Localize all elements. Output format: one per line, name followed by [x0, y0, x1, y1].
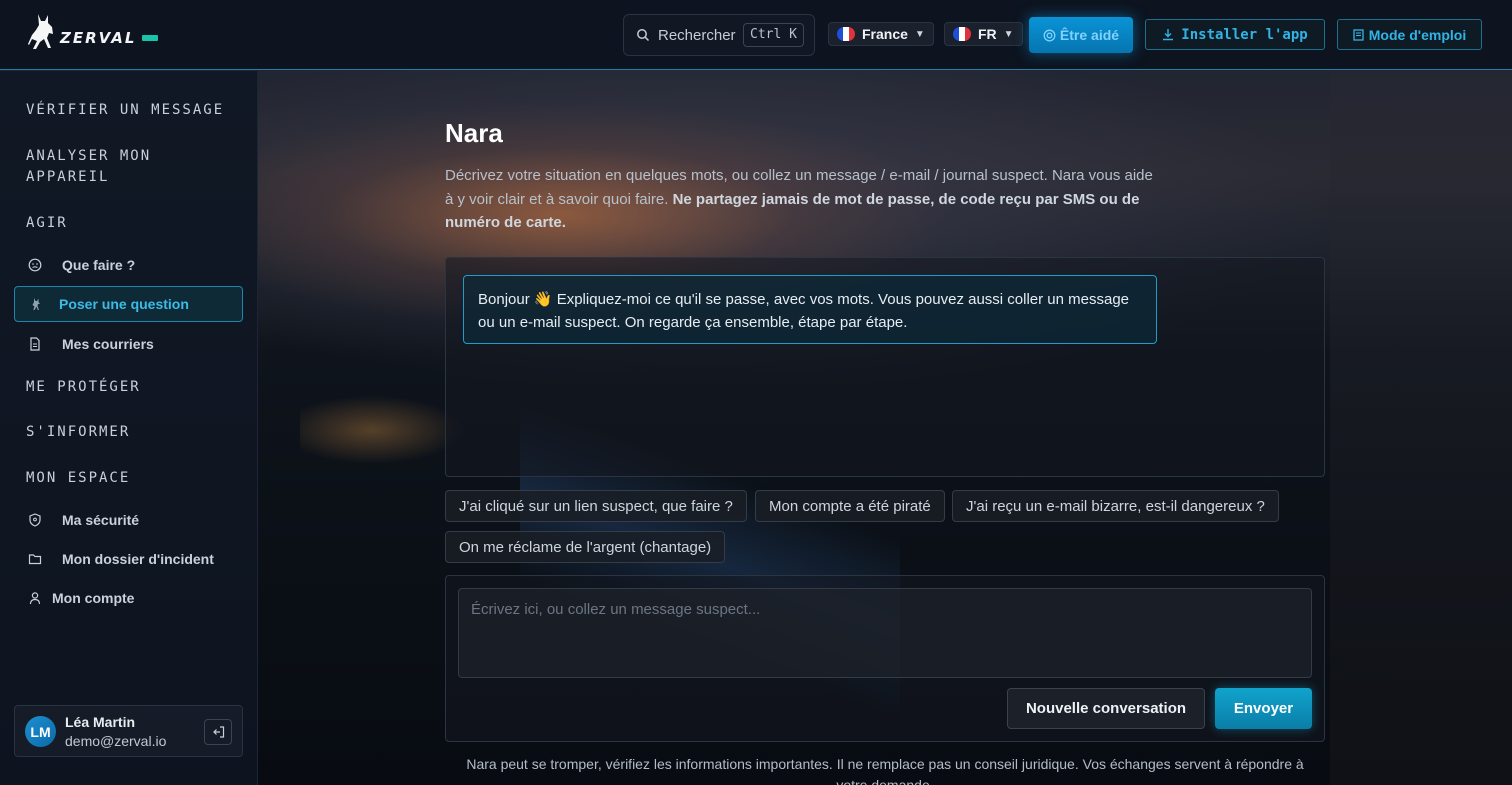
avatar: LM [25, 716, 56, 747]
sidebar: VÉRIFIER UN MESSAGE ANALYSER MON APPAREI… [0, 71, 258, 785]
fox-logo-icon [28, 14, 53, 49]
sidebar-item-ask-question[interactable]: Poser une question [14, 286, 243, 322]
suggestion-chip[interactable]: Mon compte a été piraté [755, 490, 945, 522]
france-flag-icon [953, 27, 971, 41]
country-select[interactable]: France ▼ [828, 22, 934, 46]
user-card[interactable]: LM Léa Martin demo@zerval.io [14, 705, 243, 757]
sidebar-section-inform[interactable]: S'INFORMER [26, 422, 130, 443]
sidebar-item-my-mail[interactable]: Mes courriers [14, 326, 243, 362]
user-manual-label: Mode d'emploi [1368, 26, 1467, 43]
sidebar-section-verify[interactable]: VÉRIFIER UN MESSAGE [26, 100, 224, 121]
suggestion-chip[interactable]: On me réclame de l'argent (chantage) [445, 531, 726, 563]
send-button[interactable]: Envoyer [1215, 688, 1312, 729]
download-icon [1163, 29, 1174, 41]
get-help-label: Être aidé [1059, 27, 1120, 43]
background-rocks [1330, 60, 1512, 785]
assistant-message: Bonjour 👋 Expliquez-moi ce qu'il se pass… [463, 275, 1157, 344]
sidebar-item-my-account[interactable]: Mon compte [14, 580, 243, 616]
sidebar-section-analyze-line1: ANALYSER MON [26, 148, 152, 164]
brand-name: ZERVAL [60, 29, 137, 47]
user-email: demo@zerval.io [65, 733, 167, 749]
sidebar-section-act[interactable]: AGIR [26, 213, 68, 234]
face-icon [28, 258, 42, 272]
sidebar-section-space[interactable]: MON ESPACE [26, 468, 130, 489]
folder-icon [28, 554, 42, 565]
book-icon [1353, 28, 1364, 41]
user-icon [29, 592, 41, 605]
chat-window: Bonjour 👋 Expliquez-moi ce qu'il se pass… [445, 257, 1325, 477]
user-name: Léa Martin [65, 714, 136, 730]
sidebar-item-my-security[interactable]: Ma sécurité [14, 502, 243, 538]
sidebar-item-incident-file[interactable]: Mon dossier d'incident [14, 541, 243, 577]
language-label: FR [978, 26, 997, 42]
disclaimer-text: Nara peut se tromper, vérifiez les infor… [466, 756, 1304, 785]
brand-badge [142, 35, 159, 41]
brand-logo[interactable]: ZERVAL [28, 12, 159, 50]
sidebar-item-label: Poser une question [59, 296, 189, 312]
document-icon [30, 337, 40, 351]
new-conversation-button[interactable]: Nouvelle conversation [1007, 688, 1205, 729]
search-label: Rechercher [658, 26, 736, 44]
france-flag-icon [837, 27, 855, 41]
sidebar-item-what-to-do[interactable]: Que faire ? [14, 247, 243, 283]
sidebar-section-analyze[interactable]: ANALYSER MON APPAREIL [26, 146, 151, 188]
country-label: France [862, 26, 908, 42]
search-box[interactable]: Rechercher Ctrl K [623, 14, 815, 56]
sidebar-item-label: Ma sécurité [62, 512, 140, 528]
user-manual-button[interactable]: Mode d'emploi [1337, 19, 1482, 50]
logout-button[interactable] [204, 719, 232, 745]
install-app-label: Installer l'app [1181, 26, 1308, 43]
page-intro: Décrivez votre situation en quelques mot… [445, 164, 1160, 235]
logout-icon [212, 726, 224, 738]
lifebuoy-icon [1043, 29, 1056, 41]
search-shortcut: Ctrl K [743, 23, 804, 47]
top-header: ZERVAL Rechercher Ctrl K France ▼ FR ▼ Ê… [0, 0, 1512, 70]
sidebar-item-label: Que faire ? [62, 257, 136, 273]
get-help-button[interactable]: Être aidé [1029, 17, 1133, 53]
chevron-down-icon: ▼ [1003, 28, 1014, 40]
message-composer: Nouvelle conversation Envoyer [445, 575, 1325, 742]
sidebar-section-analyze-line2: APPAREIL [26, 169, 110, 185]
install-app-button[interactable]: Installer l'app [1145, 19, 1325, 50]
suggestion-chip[interactable]: J'ai cliqué sur un lien suspect, que fai… [445, 490, 747, 522]
shield-icon [29, 513, 41, 527]
sidebar-item-label: Mes courriers [62, 336, 154, 352]
fox-icon [32, 298, 40, 310]
chevron-down-icon: ▼ [914, 28, 925, 40]
suggestion-chip[interactable]: J'ai reçu un e-mail bizarre, est-il dang… [952, 490, 1279, 522]
message-input[interactable] [458, 588, 1312, 678]
sidebar-section-protect[interactable]: ME PROTÉGER [26, 377, 141, 398]
sidebar-item-label: Mon compte [52, 590, 135, 606]
search-icon [637, 29, 650, 42]
language-select[interactable]: FR ▼ [944, 22, 1023, 46]
sidebar-item-label: Mon dossier d'incident [62, 551, 214, 567]
page-title: Nara [445, 118, 503, 148]
